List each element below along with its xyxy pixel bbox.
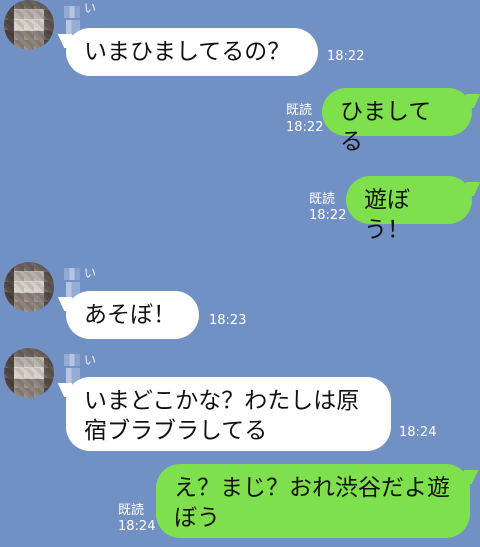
read-indicator: 既読 xyxy=(118,503,145,518)
message-time: 18:22 xyxy=(309,208,347,223)
read-indicator: 既読 xyxy=(309,192,336,207)
message-time: 18:24 xyxy=(118,519,156,534)
contact-name: い xyxy=(84,353,97,367)
message-bubble: あそぼ！ xyxy=(66,291,199,339)
message-bubble: いまひましてるの？ xyxy=(66,28,318,76)
contact-name: い xyxy=(84,266,97,280)
contact-avatar[interactable] xyxy=(4,0,54,50)
message-bubble: え？まじ？おれ渋谷だよ遊 ぼう xyxy=(156,464,470,538)
contact-name-mosaic xyxy=(64,268,80,298)
contact-name: い xyxy=(84,1,97,15)
message-bubble: 遊ぼう！ xyxy=(346,176,472,243)
contact-avatar[interactable] xyxy=(4,348,54,398)
contact-name-mosaic xyxy=(64,6,80,36)
message-bubble: ひましてる xyxy=(322,88,472,155)
chat-screen: い いまひましてるの？ 18:22 既読 18:22 ひましてる 既読 18:2… xyxy=(0,0,480,547)
message-time: 18:22 xyxy=(286,120,324,135)
read-indicator: 既読 xyxy=(286,103,313,118)
message-time: 18:23 xyxy=(209,313,247,328)
contact-name-mosaic xyxy=(64,354,80,384)
message-time: 18:24 xyxy=(399,425,437,440)
message-bubble: いまどこかな？わたしは原 宿ブラブラしてる xyxy=(66,377,391,451)
contact-avatar[interactable] xyxy=(4,262,54,312)
message-time: 18:22 xyxy=(327,49,365,64)
